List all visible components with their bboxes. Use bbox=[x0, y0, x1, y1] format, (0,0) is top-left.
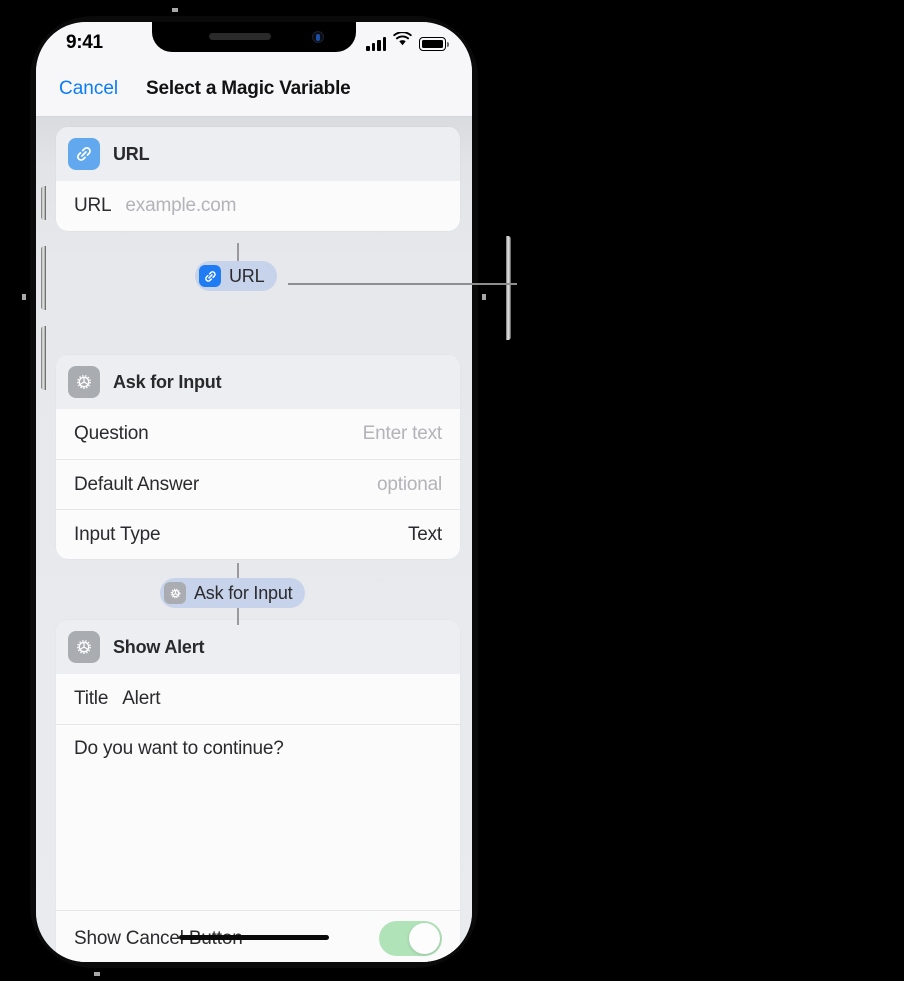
default-answer-row[interactable]: Default Answer optional bbox=[56, 459, 460, 509]
ask-for-input-magic-variable-label: Ask for Input bbox=[194, 582, 293, 603]
antenna-band-top bbox=[172, 8, 178, 12]
url-magic-variable[interactable]: URL bbox=[195, 261, 278, 291]
volume-down-button[interactable] bbox=[41, 326, 46, 390]
cancel-button[interactable]: Cancel bbox=[59, 78, 118, 100]
link-icon bbox=[199, 265, 221, 287]
default-answer-row-value[interactable]: optional bbox=[377, 474, 442, 496]
antenna-band-right bbox=[482, 294, 486, 300]
input-type-row[interactable]: Input Type Text bbox=[56, 509, 460, 559]
callout-leader-line bbox=[288, 283, 517, 285]
show-cancel-button-toggle[interactable] bbox=[379, 921, 442, 956]
page-title: Select a Magic Variable bbox=[146, 78, 351, 99]
url-action-card[interactable]: URL URL example.com bbox=[56, 127, 460, 231]
ask-for-input-card-header: Ask for Input bbox=[56, 355, 460, 409]
status-bar-time: 9:41 bbox=[66, 32, 103, 53]
question-row[interactable]: Question Enter text bbox=[56, 409, 460, 459]
front-camera-icon bbox=[312, 31, 324, 43]
earpiece-speaker-icon bbox=[209, 33, 271, 40]
connector-line-url-top bbox=[237, 243, 239, 261]
show-alert-action-card[interactable]: Show Alert Title Alert Do you want to co… bbox=[56, 620, 460, 962]
url-card-header: URL bbox=[56, 127, 460, 181]
default-answer-row-label: Default Answer bbox=[74, 473, 199, 495]
ask-for-input-magic-variable[interactable]: Ask for Input bbox=[160, 578, 306, 608]
ask-for-input-card-title: Ask for Input bbox=[113, 371, 222, 392]
url-card-title: URL bbox=[113, 143, 150, 164]
antenna-band-left bbox=[22, 294, 26, 300]
question-row-label: Question bbox=[74, 423, 149, 444]
alert-message-text: Do you want to continue? bbox=[74, 738, 284, 759]
navigation-bar: Cancel Select a Magic Variable bbox=[36, 64, 472, 117]
url-magic-variable-label: URL bbox=[229, 265, 265, 286]
silent-switch-button[interactable] bbox=[41, 186, 46, 220]
status-bar-icons bbox=[366, 31, 449, 51]
device-notch bbox=[152, 22, 356, 52]
link-icon bbox=[68, 138, 100, 170]
alert-message-row[interactable]: Do you want to continue? bbox=[56, 724, 460, 910]
shortcut-action-list: URL URL example.com URL Ask for Input Qu… bbox=[36, 117, 472, 962]
home-indicator[interactable] bbox=[179, 935, 329, 940]
alert-title-row-value[interactable]: Alert bbox=[122, 688, 160, 710]
gear-icon bbox=[164, 582, 186, 604]
volume-up-button[interactable] bbox=[41, 246, 46, 310]
wifi-icon bbox=[393, 31, 412, 51]
ask-for-input-action-card[interactable]: Ask for Input Question Enter text Defaul… bbox=[56, 355, 460, 559]
side-power-button[interactable] bbox=[506, 236, 511, 340]
url-row-value[interactable]: example.com bbox=[125, 195, 236, 217]
show-alert-card-header: Show Alert bbox=[56, 620, 460, 674]
input-type-row-label: Input Type bbox=[74, 523, 161, 545]
show-alert-card-title: Show Alert bbox=[113, 636, 205, 657]
alert-title-row[interactable]: Title Alert bbox=[56, 674, 460, 724]
connector-line-ask-bottom bbox=[237, 608, 239, 625]
iphone-device-frame: 9:41 Cancel Select a Magic Variable URL … bbox=[22, 8, 511, 976]
gear-icon bbox=[68, 631, 100, 663]
antenna-band-bottom bbox=[94, 972, 100, 976]
battery-icon bbox=[419, 37, 449, 51]
gear-icon bbox=[68, 366, 100, 398]
alert-title-row-label: Title bbox=[74, 688, 109, 709]
cellular-signal-icon bbox=[366, 37, 386, 51]
toggle-knob bbox=[409, 923, 440, 954]
input-type-row-value[interactable]: Text bbox=[408, 524, 442, 546]
url-row[interactable]: URL example.com bbox=[56, 181, 460, 231]
question-row-value[interactable]: Enter text bbox=[363, 423, 443, 445]
url-row-label: URL bbox=[74, 195, 112, 216]
iphone-screen: 9:41 Cancel Select a Magic Variable URL … bbox=[36, 22, 472, 962]
